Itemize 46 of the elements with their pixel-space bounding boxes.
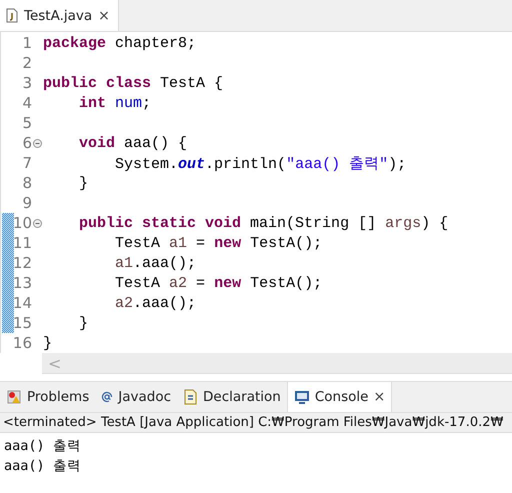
line-number: 2 [21,54,32,72]
line-number: 9 [21,194,32,212]
line-number: 6 [21,134,32,152]
close-icon[interactable]: × [98,8,110,22]
collapse-icon[interactable] [33,218,42,228]
close-icon[interactable]: × [373,390,386,404]
line-number: 11 [12,234,32,252]
code-line: } [43,334,52,352]
panel-tab[interactable]: Problems [0,382,96,412]
line-number: 15 [12,314,32,332]
line-number: 8 [21,174,32,192]
line-number: 1 [21,34,32,52]
line-number: 7 [21,154,32,172]
panel-tab[interactable]: Javadoc [95,382,178,412]
line-number: 13 [12,274,32,292]
code-line: } [78,174,88,192]
monitor-icon [294,390,310,404]
line-number: 16 [12,334,32,352]
code-line: a2.aaa(); [114,294,196,312]
code-line: void aaa() { [78,134,188,152]
code-line: public class TestA { [43,74,224,92]
at-sign-icon [101,391,114,403]
code-line: TestA a1 = new TestA(); [114,234,322,252]
console-output-line: aaa() 출력 [4,457,81,476]
line-number: 14 [12,294,32,312]
line-number: 12 [12,254,32,272]
panel-tab[interactable]: Console × [286,382,392,412]
launch-description: <terminated> TestA [Java Application] C:₩Program Files₩Java₩jdk-17.0.2₩ [3,415,504,430]
editor-tab[interactable]: TestA.java × [0,0,119,31]
line-number: 10 [12,214,32,232]
line-number: 4 [21,94,32,112]
code-line: a1.aaa(); [114,254,196,272]
declaration-icon [183,389,198,405]
console-output-line: aaa() 출력 [4,437,81,456]
code-line: package chapter8; [43,34,196,52]
code-line: public static void main(String [] args) { [78,214,448,232]
panel-tab[interactable]: Declaration [177,382,287,412]
code-line: TestA a2 = new TestA(); [114,274,322,292]
line-number: 3 [21,74,32,92]
line-number: 5 [21,114,32,132]
problems-icon [6,389,22,405]
collapse-icon[interactable] [33,138,42,148]
code-line: } [78,314,88,332]
java-file-icon [6,8,18,23]
code-line: int num; [78,94,152,112]
code-line: System.out.println("aaa() 출력"); [114,154,406,172]
